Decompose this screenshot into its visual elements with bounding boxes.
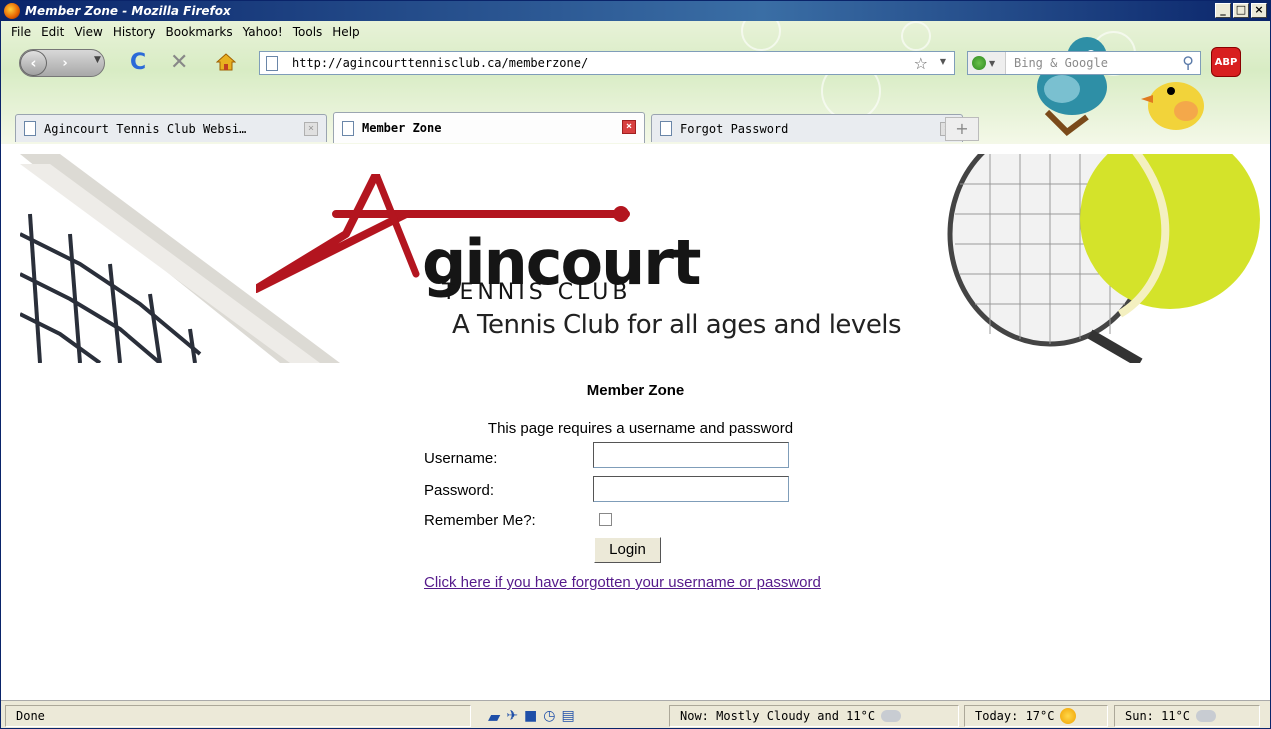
page-icon [266, 55, 278, 71]
menu-help[interactable]: Help [327, 23, 364, 41]
tab-forgot-password[interactable]: Forgot Password × [651, 114, 963, 142]
close-button[interactable]: × [1251, 3, 1267, 18]
tab-close-icon[interactable]: × [304, 122, 318, 136]
tab-label: Member Zone [362, 121, 442, 135]
search-engine-icon [972, 56, 986, 70]
back-button[interactable]: ‹ [20, 50, 47, 76]
page-title: Member Zone [586, 382, 685, 399]
browser-chrome: File Edit View History Bookmarks Yahoo! … [1, 21, 1270, 144]
password-label: Password: [424, 482, 495, 499]
search-icon[interactable]: ⚲ [1182, 53, 1194, 72]
camera-icon[interactable]: ■ [524, 708, 537, 724]
menu-edit[interactable]: Edit [36, 23, 69, 41]
login-button[interactable]: Login [594, 537, 661, 563]
history-dropdown-icon[interactable]: ▼ [94, 55, 101, 65]
username-label: Username: [424, 450, 498, 467]
weather-today[interactable]: Today: 17°C [964, 705, 1108, 727]
chevron-down-icon: ▼ [989, 58, 996, 68]
menu-file[interactable]: File [6, 23, 36, 41]
menu-yahoo[interactable]: Yahoo! [238, 23, 288, 41]
page-icon [660, 121, 672, 136]
url-bar[interactable]: http://agincourttennisclub.ca/memberzone… [259, 51, 955, 75]
club-banner: gincourt TENNIS CLUB A Tennis Club for a… [20, 154, 1268, 363]
new-tab-button[interactable]: + [945, 117, 979, 141]
weather-today-text: Today: 17°C [975, 709, 1055, 723]
maximize-button[interactable]: □ [1233, 3, 1249, 18]
calendar-icon[interactable]: ▤ [562, 708, 575, 724]
window-controls: _ □ × [1215, 3, 1267, 18]
password-field[interactable] [593, 476, 789, 502]
minimize-button[interactable]: _ [1215, 3, 1231, 18]
page-icon [342, 120, 354, 136]
firefox-icon [4, 3, 20, 19]
forgot-password-link[interactable]: Click here if you have forgotten your us… [424, 574, 821, 591]
menu-history[interactable]: History [108, 23, 161, 41]
tab-bar: Agincourt Tennis Club Websi… × Member Zo… [1, 109, 1270, 143]
search-bar[interactable]: ▼ Bing & Google ⚲ [967, 51, 1201, 75]
club-logo-subtitle: TENNIS CLUB [442, 280, 632, 305]
window-title: Member Zone - Mozilla Firefox [25, 4, 231, 18]
reload-icon[interactable]: C [130, 49, 146, 77]
weather-now[interactable]: Now: Mostly Cloudy and 11°C [669, 705, 959, 727]
weather-sunday-text: Sun: 11°C [1125, 709, 1191, 723]
tennis-racket-ball-image [947, 154, 1260, 363]
status-text: Done [5, 705, 471, 727]
username-field[interactable] [593, 442, 789, 468]
url-text[interactable]: http://agincourttennisclub.ca/memberzone… [292, 56, 588, 70]
stop-icon[interactable]: ✕ [170, 49, 188, 77]
search-input[interactable]: Bing & Google [1014, 56, 1108, 70]
sun-icon [1060, 708, 1077, 724]
search-engine-selector[interactable]: ▼ [968, 52, 1006, 74]
menu-tools[interactable]: Tools [288, 23, 328, 41]
login-note: This page requires a username and passwo… [487, 420, 794, 437]
status-icons: ▰ ✈ ■ ◷ ▤ [484, 705, 664, 727]
tab-label: Agincourt Tennis Club Websi… [44, 121, 247, 136]
menu-bar: File Edit View History Bookmarks Yahoo! … [6, 23, 365, 41]
weather-sunday[interactable]: Sun: 11°C [1114, 705, 1260, 727]
home-icon[interactable] [216, 53, 236, 71]
tab-label: Forgot Password [680, 121, 789, 136]
cloudy-icon [881, 710, 902, 722]
clock-icon[interactable]: ◷ [543, 708, 555, 724]
weather-now-text: Now: Mostly Cloudy and 11°C [680, 709, 876, 723]
club-tagline: A Tennis Club for all ages and levels [452, 310, 902, 340]
navigation-toolbar: ‹ › ▼ C ✕ http://agincourttennisclub.ca/… [1, 45, 1270, 81]
browser-window: Member Zone - Mozilla Firefox _ □ × File… [0, 0, 1271, 729]
page-content: gincourt TENNIS CLUB A Tennis Club for a… [1, 144, 1270, 700]
satellite-icon[interactable]: ✈ [506, 708, 518, 724]
menu-view[interactable]: View [69, 23, 107, 41]
forward-button[interactable]: › [54, 54, 76, 74]
tab-member-zone[interactable]: Member Zone × [333, 112, 645, 143]
title-bar: Member Zone - Mozilla Firefox _ □ × [1, 1, 1270, 21]
status-bar: Done ▰ ✈ ■ ◷ ▤ Now: Mostly Cloudy and 11… [1, 700, 1270, 728]
page-icon [24, 121, 36, 136]
remember-me-checkbox[interactable] [599, 513, 612, 526]
menu-bookmarks[interactable]: Bookmarks [161, 23, 238, 41]
url-dropdown-icon[interactable]: ▼ [940, 57, 946, 66]
bookmark-star-icon[interactable]: ☆ [914, 54, 928, 73]
rain-icon [1196, 710, 1217, 722]
remember-me-label: Remember Me?: [424, 512, 536, 529]
map-icon[interactable]: ▰ [488, 707, 500, 726]
tab-close-icon[interactable]: × [622, 120, 636, 134]
adblock-icon[interactable]: ABP [1211, 47, 1241, 77]
tab-agincourt-website[interactable]: Agincourt Tennis Club Websi… × [15, 114, 327, 142]
